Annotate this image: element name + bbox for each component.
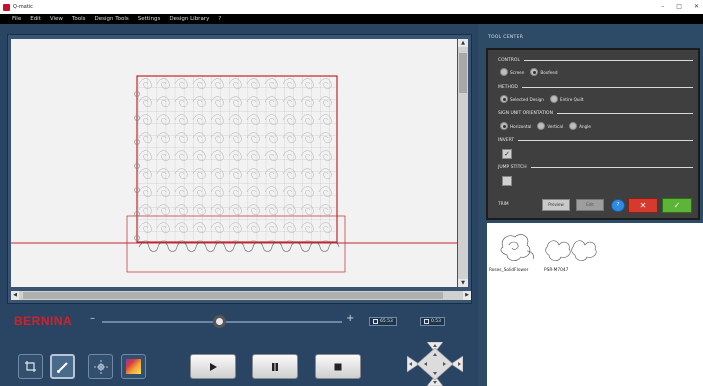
design-name-1: Roses_SolidFlower bbox=[489, 268, 529, 273]
dpad-center bbox=[416, 347, 454, 381]
menu-bar: File Edit View Tools Design Tools Settin… bbox=[0, 14, 703, 24]
vertical-scroll-thumb[interactable] bbox=[459, 53, 467, 93]
zoom-slider-knob[interactable] bbox=[213, 315, 226, 328]
edit-button[interactable]: Edit bbox=[576, 199, 604, 211]
help-button[interactable]: ? bbox=[611, 199, 625, 212]
quilt-drawing bbox=[11, 75, 457, 273]
radio-entire-quilt[interactable]: Entire Quilt bbox=[549, 95, 584, 103]
section-invert: INVERT bbox=[498, 138, 693, 143]
scroll-right-icon[interactable]: ▶ bbox=[463, 291, 471, 300]
minimize-button[interactable]: – bbox=[661, 3, 664, 10]
method-options: Selected Design Entire Quilt bbox=[500, 95, 584, 103]
jump-stitch-checkbox[interactable] bbox=[502, 176, 512, 186]
zoom-bar: BERNINA – + 65.53 0.53 bbox=[0, 310, 478, 332]
menu-help[interactable]: ? bbox=[218, 16, 221, 22]
scroll-left-icon[interactable]: ◀ bbox=[11, 291, 19, 300]
section-orientation: SIGN UNIT ORIENTATION bbox=[498, 111, 693, 116]
coord-y-value: 0.53 bbox=[431, 319, 442, 324]
quilt-canvas[interactable] bbox=[11, 39, 457, 287]
radio-boxfeed[interactable]: Boxfeed bbox=[530, 68, 557, 76]
invert-checkbox[interactable]: ✓ bbox=[502, 149, 512, 159]
section-method: METHOD bbox=[498, 85, 693, 90]
scroll-up-icon[interactable]: ▲ bbox=[458, 39, 468, 47]
quilt-pattern bbox=[137, 76, 337, 242]
crop-tool-button[interactable] bbox=[18, 354, 43, 379]
orientation-options: Horizontal Vertical Angle bbox=[500, 122, 591, 130]
node-tool-button[interactable] bbox=[88, 354, 113, 379]
zoom-in-button[interactable]: + bbox=[346, 313, 354, 324]
maximize-button[interactable]: □ bbox=[676, 3, 682, 10]
vertical-scrollbar[interactable]: ▲ ▼ bbox=[458, 39, 468, 287]
menu-file[interactable]: File bbox=[12, 16, 21, 22]
menu-design-library[interactable]: Design Library bbox=[169, 16, 209, 22]
play-button[interactable] bbox=[190, 354, 236, 379]
menu-design-tools[interactable]: Design Tools bbox=[95, 16, 129, 22]
pen-icon bbox=[56, 361, 68, 373]
radio-selected-design[interactable]: Selected Design bbox=[500, 95, 544, 103]
section-control: CONTROL bbox=[498, 58, 693, 63]
title-bar: Q-matic – □ ✕ bbox=[0, 0, 703, 14]
coord-y-readout: 0.53 bbox=[420, 317, 446, 326]
control-options: Screen Boxfeed bbox=[500, 68, 557, 76]
pause-button[interactable] bbox=[252, 354, 298, 379]
design-name-2: PSR-M7047 bbox=[544, 268, 569, 273]
menu-view[interactable]: View bbox=[50, 16, 63, 22]
coord-x-value: 65.53 bbox=[380, 319, 393, 324]
design-library: Roses_SolidFlower PSR-M7047 bbox=[487, 223, 703, 386]
color-tool-button[interactable] bbox=[121, 354, 146, 379]
design-thumbnail-rose[interactable] bbox=[493, 227, 543, 265]
stop-icon bbox=[334, 363, 342, 370]
action-row: TRIM Preview Edit ? ✕ ✓ bbox=[488, 198, 698, 218]
direction-pad[interactable] bbox=[407, 342, 463, 386]
canvas-frame: ▲ ▼ ◀ ▶ bbox=[7, 34, 472, 304]
coord-x-readout: 65.53 bbox=[369, 317, 397, 326]
loop-border-row bbox=[138, 242, 340, 252]
menu-tools[interactable]: Tools bbox=[72, 16, 86, 22]
radio-angle[interactable]: Angle bbox=[569, 122, 591, 130]
cancel-button[interactable]: ✕ bbox=[628, 198, 658, 213]
crop-icon bbox=[25, 361, 36, 372]
menu-settings[interactable]: Settings bbox=[138, 16, 161, 22]
tool-center-box: CONTROL Screen Boxfeed METHOD Selected D… bbox=[486, 48, 700, 220]
ruler-x-icon bbox=[373, 319, 378, 324]
radio-screen[interactable]: Screen bbox=[500, 68, 524, 76]
preview-button[interactable]: Preview bbox=[542, 199, 570, 211]
radio-horizontal[interactable]: Horizontal bbox=[500, 122, 531, 130]
node-edit-icon bbox=[93, 359, 108, 374]
horizontal-scroll-thumb[interactable] bbox=[23, 292, 443, 299]
ok-button[interactable]: ✓ bbox=[662, 198, 692, 213]
play-icon bbox=[210, 362, 217, 371]
design-thumbnail-flowers[interactable] bbox=[543, 231, 601, 263]
panel-title: TOOL CENTER bbox=[488, 35, 524, 40]
radio-vertical[interactable]: Vertical bbox=[537, 122, 563, 130]
trim-label: TRIM bbox=[498, 202, 509, 207]
zoom-out-button[interactable]: – bbox=[90, 313, 95, 324]
horizontal-scrollbar[interactable]: ◀ ▶ bbox=[11, 291, 471, 300]
window-title: Q-matic bbox=[13, 4, 33, 10]
app-logo-icon bbox=[3, 3, 10, 11]
menu-edit[interactable]: Edit bbox=[30, 16, 41, 22]
tool-center-panel: TOOL CENTER CONTROL Screen Boxfeed METHO… bbox=[484, 24, 703, 386]
scroll-down-icon[interactable]: ▼ bbox=[458, 279, 468, 287]
bottom-toolbar bbox=[0, 336, 478, 386]
color-palette-icon bbox=[126, 359, 141, 374]
stop-button[interactable] bbox=[315, 354, 361, 379]
bernina-logo: BERNINA bbox=[14, 314, 73, 328]
close-button[interactable]: ✕ bbox=[694, 3, 699, 10]
pen-tool-button[interactable] bbox=[50, 354, 75, 379]
ruler-y-icon bbox=[424, 319, 429, 324]
section-jump-stitch: JUMP STITCH bbox=[498, 165, 693, 170]
pause-icon bbox=[272, 362, 278, 371]
work-area: ▲ ▼ ◀ ▶ BERNINA – + 65.53 0.53 bbox=[0, 24, 478, 386]
